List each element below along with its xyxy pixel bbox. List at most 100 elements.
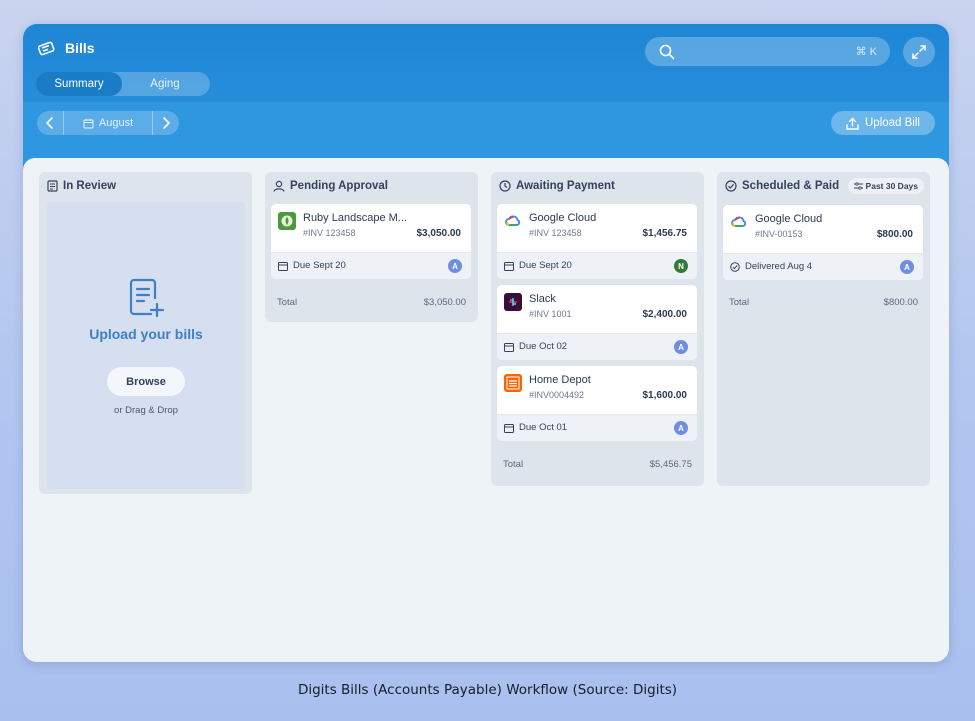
column-awaiting-payment: Awaiting Payment Google Cloud #INV 12345… — [491, 172, 704, 486]
avatar[interactable]: A — [448, 259, 462, 273]
bill-amount: $3,050.00 — [416, 228, 462, 239]
column-title: Pending Approval — [290, 180, 388, 192]
expand-button[interactable] — [903, 37, 935, 67]
due-date-text: Due Sept 20 — [519, 260, 572, 271]
total-value: $5,456.75 — [649, 459, 692, 470]
payment-status-text: Delivered Aug 4 — [745, 261, 813, 272]
due-date: Due Sept 20 — [504, 260, 572, 271]
column-in-review: In Review Upload your bills Browse or Dr… — [39, 172, 252, 494]
invoice-number: #INV 123458 — [303, 228, 356, 238]
avatar[interactable]: A — [674, 340, 688, 354]
column-header: Awaiting Payment — [499, 180, 615, 192]
month-picker[interactable]: August — [63, 111, 153, 135]
column-pending-approval: Pending Approval Ruby Landscape M... #IN… — [265, 172, 478, 322]
calendar-icon — [504, 423, 514, 433]
due-date-text: Due Oct 01 — [519, 422, 568, 433]
avatar[interactable]: N — [674, 259, 688, 273]
chevron-right-icon — [162, 117, 170, 129]
add-document-icon — [129, 278, 165, 318]
column-title: Scheduled & Paid — [742, 180, 840, 192]
bill-amount: $2,400.00 — [642, 309, 688, 320]
check-circle-icon — [730, 261, 740, 272]
board: In Review Upload your bills Browse or Dr… — [23, 158, 949, 662]
bill-amount: $800.00 — [876, 229, 913, 240]
month-label: August — [98, 117, 134, 129]
bill-card[interactable]: Ruby Landscape M... #INV 123458 $3,050.0… — [271, 204, 471, 279]
bills-app-window: Bills Summary Aging ⌘ K August Upload Bi… — [23, 24, 949, 662]
upload-dropzone[interactable]: Upload your bills Browse or Drag & Drop — [47, 202, 245, 489]
due-date: Due Sept 20 — [278, 260, 346, 271]
bill-card[interactable]: Google Cloud #INV-00153 $800.00 Delivere… — [723, 205, 923, 280]
upload-icon — [846, 117, 859, 130]
vendor-name: Slack — [529, 293, 556, 305]
calendar-icon — [278, 261, 288, 271]
clock-icon — [499, 180, 511, 192]
check-circle-icon — [725, 180, 737, 192]
vendor-name: Google Cloud — [529, 212, 597, 224]
slack-logo-icon — [504, 293, 522, 311]
month-navigator: August — [37, 111, 179, 135]
upload-bill-label: Upload Bill — [865, 117, 920, 129]
column-title: In Review — [63, 180, 117, 192]
column-header: In Review — [47, 180, 116, 192]
view-tabs: Summary Aging — [36, 72, 210, 96]
column-header: Scheduled & Paid — [725, 180, 839, 192]
next-month-button[interactable] — [153, 111, 179, 135]
tab-summary[interactable]: Summary — [36, 72, 122, 96]
bill-card[interactable]: Slack #INV 1001 $2,400.00 Due Oct 02 A — [497, 285, 697, 360]
filter-icon — [853, 182, 863, 190]
drag-drop-hint: or Drag & Drop — [114, 405, 178, 416]
column-title: Awaiting Payment — [516, 180, 615, 192]
calendar-icon — [504, 261, 514, 271]
app-title: Bills — [65, 40, 95, 56]
ruby-landscape-logo-icon — [278, 212, 296, 230]
total-value: $3,050.00 — [423, 297, 466, 308]
expand-icon — [912, 45, 926, 59]
payment-status: Delivered Aug 4 — [730, 261, 812, 272]
total-label: Total — [729, 297, 750, 308]
due-date: Due Oct 01 — [504, 422, 567, 433]
upload-bill-button[interactable]: Upload Bill — [831, 111, 935, 135]
date-range-filter[interactable]: Past 30 Days — [847, 178, 924, 194]
google-cloud-logo-icon — [730, 213, 748, 231]
vendor-name: Google Cloud — [755, 213, 823, 225]
invoice-number: #INV-00153 — [755, 229, 803, 239]
bills-icon — [37, 40, 57, 56]
person-icon — [273, 180, 285, 192]
bill-card[interactable]: Home Depot #INV0004492 $1,600.00 Due Oct… — [497, 366, 697, 441]
google-cloud-logo-icon — [504, 212, 522, 230]
column-header: Pending Approval — [273, 180, 388, 192]
bill-amount: $1,600.00 — [642, 390, 688, 401]
calendar-icon — [504, 342, 514, 352]
vendor-name: Ruby Landscape M... — [303, 212, 407, 224]
due-date-text: Due Sept 20 — [293, 260, 346, 271]
chevron-left-icon — [46, 117, 54, 129]
browse-button[interactable]: Browse — [107, 367, 185, 396]
due-date-text: Due Oct 02 — [519, 341, 568, 352]
search-icon — [659, 44, 675, 60]
document-icon — [47, 180, 58, 192]
tab-aging[interactable]: Aging — [122, 72, 208, 96]
figure-caption: Digits Bills (Accounts Payable) Workflow… — [297, 682, 678, 698]
invoice-number: #INV0004492 — [529, 390, 585, 400]
vendor-name: Home Depot — [529, 374, 591, 386]
total-value: $800.00 — [883, 297, 918, 308]
bill-amount: $1,456.75 — [642, 228, 688, 239]
search-input[interactable]: ⌘ K — [645, 37, 890, 66]
total-label: Total — [503, 459, 524, 470]
total-label: Total — [277, 297, 298, 308]
prev-month-button[interactable] — [37, 111, 63, 135]
upload-title: Upload your bills — [89, 326, 203, 342]
avatar[interactable]: A — [674, 421, 688, 435]
invoice-number: #INV 123458 — [529, 228, 582, 238]
due-date: Due Oct 02 — [504, 341, 567, 352]
invoice-number: #INV 1001 — [529, 309, 572, 319]
search-shortcut: ⌘ K — [855, 46, 877, 58]
calendar-icon — [83, 118, 94, 129]
brand: Bills — [37, 40, 95, 56]
avatar[interactable]: A — [900, 260, 914, 274]
home-depot-logo-icon — [504, 374, 522, 392]
bill-card[interactable]: Google Cloud #INV 123458 $1,456.75 Due S… — [497, 204, 697, 279]
column-scheduled-paid: Scheduled & Paid Past 30 Days Google Clo… — [717, 172, 930, 486]
date-range-label: Past 30 Days — [865, 181, 918, 191]
